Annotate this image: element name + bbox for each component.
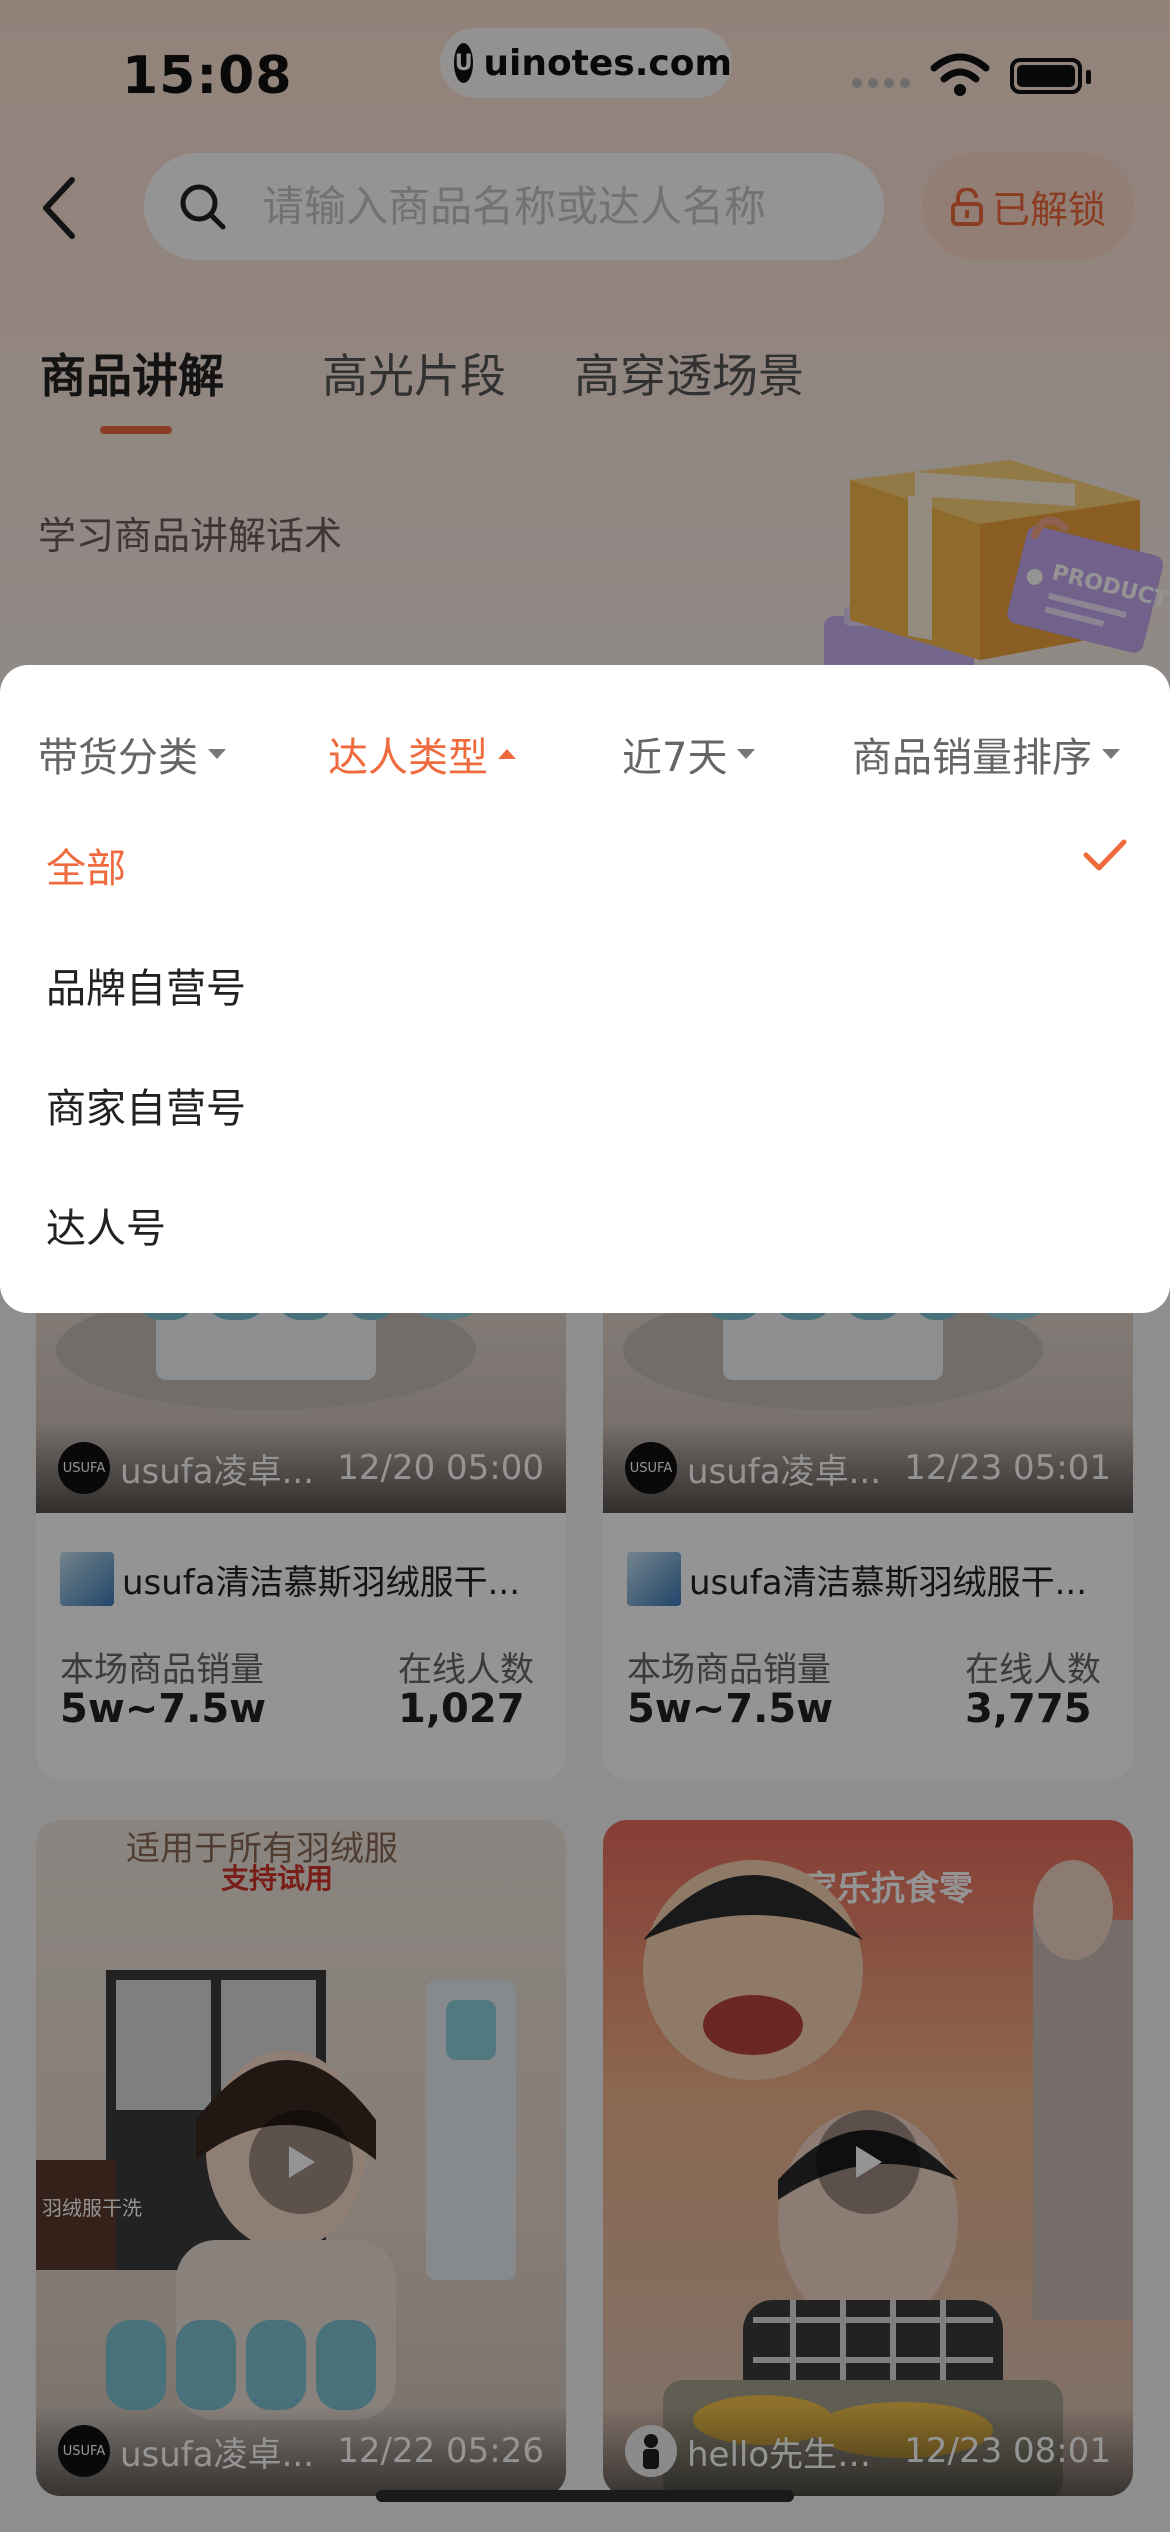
filter-creator-type[interactable]: 达人类型 bbox=[328, 725, 516, 783]
filter-sort-label: 商品销量排序 bbox=[852, 735, 1092, 781]
caret-down-icon bbox=[737, 749, 756, 759]
filter-date-range[interactable]: 近7天 bbox=[622, 725, 756, 783]
option-creator-account[interactable]: 达人号 bbox=[46, 1196, 166, 1254]
caret-down-icon bbox=[1102, 749, 1120, 759]
filter-category[interactable]: 带货分类 bbox=[38, 725, 226, 783]
page: 15:08 U uinotes.com 已解锁 商品讲解 高光片段 高穿透场景 bbox=[0, 0, 1170, 2532]
option-brand-account[interactable]: 品牌自营号 bbox=[46, 956, 246, 1014]
caret-up-icon bbox=[498, 749, 516, 759]
filter-dropdown-panel: 带货分类 达人类型 近7天 商品销量排序 全部 品牌自营号 商家自营号 达人号 bbox=[0, 665, 1170, 1313]
caret-down-icon bbox=[208, 749, 226, 759]
filter-date-range-label: 近7天 bbox=[622, 735, 728, 781]
home-indicator[interactable] bbox=[376, 2490, 794, 2502]
filter-category-label: 带货分类 bbox=[38, 735, 198, 781]
option-merchant-account[interactable]: 商家自营号 bbox=[46, 1076, 246, 1134]
option-all[interactable]: 全部 bbox=[46, 836, 126, 894]
filter-sort[interactable]: 商品销量排序 bbox=[852, 725, 1120, 783]
filter-creator-type-label: 达人类型 bbox=[328, 735, 488, 781]
checkmark-icon bbox=[1083, 839, 1127, 871]
